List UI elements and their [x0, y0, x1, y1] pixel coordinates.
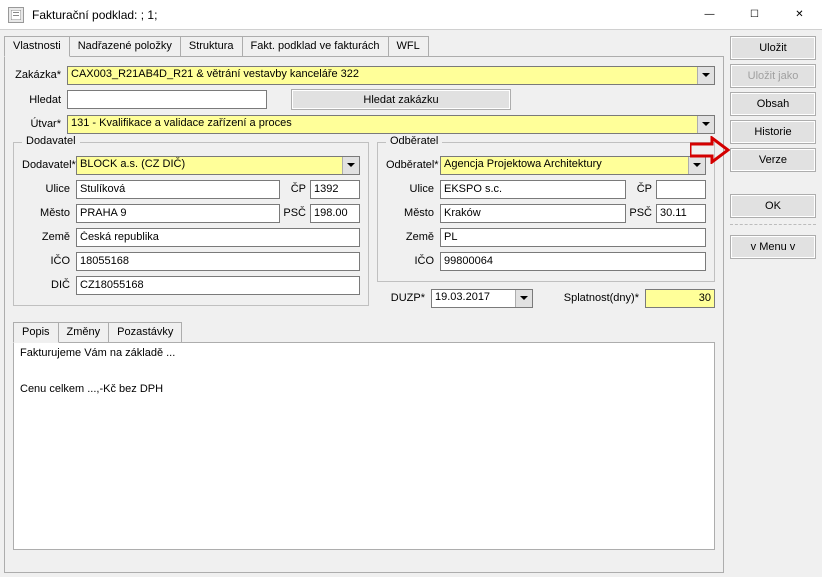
dodavatel-groupbox: Dodavatel Dodavatel* BLOCK a.s. (CZ DIČ)… [13, 142, 369, 306]
zakazka-label: Zakázka* [13, 69, 67, 81]
chevron-down-icon [342, 157, 359, 174]
chevron-down-icon [697, 116, 714, 133]
dodavatel-label: Dodavatel* [22, 159, 76, 171]
chevron-down-icon [697, 67, 714, 84]
separator-line [730, 224, 816, 225]
subtab-popis[interactable]: Popis [13, 322, 59, 343]
tab-struktura[interactable]: Struktura [181, 36, 243, 57]
subtab-body-popis [13, 342, 715, 550]
odb-zeme-label: Země [386, 231, 440, 243]
odberatel-groupbox: Odběratel Odběratel* Agencja Projektowa … [377, 142, 715, 282]
dod-ulice-label: Ulice [22, 183, 76, 195]
tab-vlastnosti[interactable]: Vlastnosti [4, 36, 70, 57]
dod-psc-label: PSČ [280, 207, 310, 219]
utvar-label: Útvar* [13, 118, 67, 130]
duzp-label: DUZP* [377, 292, 431, 304]
historie-button[interactable]: Historie [730, 120, 816, 144]
tabpanel-vlastnosti: Zakázka* CAX003_R21AB4D_R21 & větrání ve… [4, 56, 724, 573]
dodavatel-dropdown[interactable]: BLOCK a.s. (CZ DIČ) [76, 156, 360, 175]
dod-dic-input[interactable] [76, 276, 360, 295]
tab-wfl[interactable]: WFL [389, 36, 429, 57]
verze-button[interactable]: Verze [730, 148, 816, 172]
dod-ico-label: IČO [22, 255, 76, 267]
dodavatel-value: BLOCK a.s. (CZ DIČ) [77, 157, 342, 174]
app-icon [8, 7, 24, 23]
dod-ico-input[interactable] [76, 252, 360, 271]
dod-mesto-label: Město [22, 207, 76, 219]
dod-ulice-input[interactable] [76, 180, 280, 199]
odberatel-value: Agencja Projektowa Architektury [441, 157, 688, 174]
odb-ico-label: IČO [386, 255, 440, 267]
ulozit-jako-button[interactable]: Uložit jako [730, 64, 816, 88]
main-tabbar: Vlastnosti Nadřazené položky Struktura F… [4, 34, 724, 56]
duzp-datepicker[interactable]: 19.03.2017 [431, 289, 533, 308]
side-button-column: Uložit Uložit jako Obsah Historie Verze … [728, 34, 818, 573]
dod-zeme-input[interactable] [76, 228, 360, 247]
ulozit-button[interactable]: Uložit [730, 36, 816, 60]
dodavatel-legend: Dodavatel [22, 135, 80, 147]
hledat-label: Hledat [13, 94, 67, 106]
tab-nadrazene-polozky[interactable]: Nadřazené položky [70, 36, 181, 57]
ok-button[interactable]: OK [730, 194, 816, 218]
dod-psc-input[interactable] [310, 204, 360, 223]
subtab-zmeny[interactable]: Změny [59, 322, 110, 343]
odb-cp-label: ČP [626, 183, 656, 195]
chevron-down-icon [688, 157, 705, 174]
window-title: Fakturační podklad: ; 1; [32, 8, 157, 22]
menu-button[interactable]: v Menu v [730, 235, 816, 259]
hledat-zakazku-button[interactable]: Hledat zakázku [291, 89, 511, 110]
popis-textarea[interactable] [14, 343, 714, 549]
odb-zeme-input[interactable] [440, 228, 706, 247]
obsah-button[interactable]: Obsah [730, 92, 816, 116]
close-button[interactable]: ✕ [777, 0, 822, 30]
dod-mesto-input[interactable] [76, 204, 280, 223]
dod-cp-label: ČP [280, 183, 310, 195]
odb-mesto-label: Město [386, 207, 440, 219]
titlebar: Fakturační podklad: ; 1; — ☐ ✕ [0, 0, 822, 30]
zakazka-value: CAX003_R21AB4D_R21 & větrání vestavby ka… [68, 67, 697, 84]
maximize-button[interactable]: ☐ [732, 0, 777, 30]
sub-tabbar: Popis Změny Pozastávky [13, 322, 715, 342]
odb-ico-input[interactable] [440, 252, 706, 271]
odb-ulice-label: Ulice [386, 183, 440, 195]
odb-mesto-input[interactable] [440, 204, 626, 223]
minimize-button[interactable]: — [687, 0, 732, 30]
dod-cp-input[interactable] [310, 180, 360, 199]
utvar-dropdown[interactable]: 131 - Kvalifikace a validace zařízení a … [67, 115, 715, 134]
chevron-down-icon [515, 290, 532, 307]
splatnost-label: Splatnost(dny)* [563, 292, 645, 304]
odb-psc-input[interactable] [656, 204, 706, 223]
odberatel-dropdown[interactable]: Agencja Projektowa Architektury [440, 156, 706, 175]
splatnost-input[interactable] [645, 289, 715, 308]
subtab-pozastavky[interactable]: Pozastávky [109, 322, 182, 343]
odb-psc-label: PSČ [626, 207, 656, 219]
odb-cp-input[interactable] [656, 180, 706, 199]
dod-dic-label: DIČ [22, 279, 76, 291]
hledat-input[interactable] [67, 90, 267, 109]
duzp-value: 19.03.2017 [432, 290, 515, 307]
zakazka-dropdown[interactable]: CAX003_R21AB4D_R21 & větrání vestavby ka… [67, 66, 715, 85]
utvar-value: 131 - Kvalifikace a validace zařízení a … [68, 116, 697, 133]
odberatel-legend: Odběratel [386, 135, 442, 147]
dod-zeme-label: Země [22, 231, 76, 243]
odb-ulice-input[interactable] [440, 180, 626, 199]
tab-fakt-podklad-ve-fakturach[interactable]: Fakt. podklad ve fakturách [243, 36, 389, 57]
odberatel-label: Odběratel* [386, 159, 440, 171]
